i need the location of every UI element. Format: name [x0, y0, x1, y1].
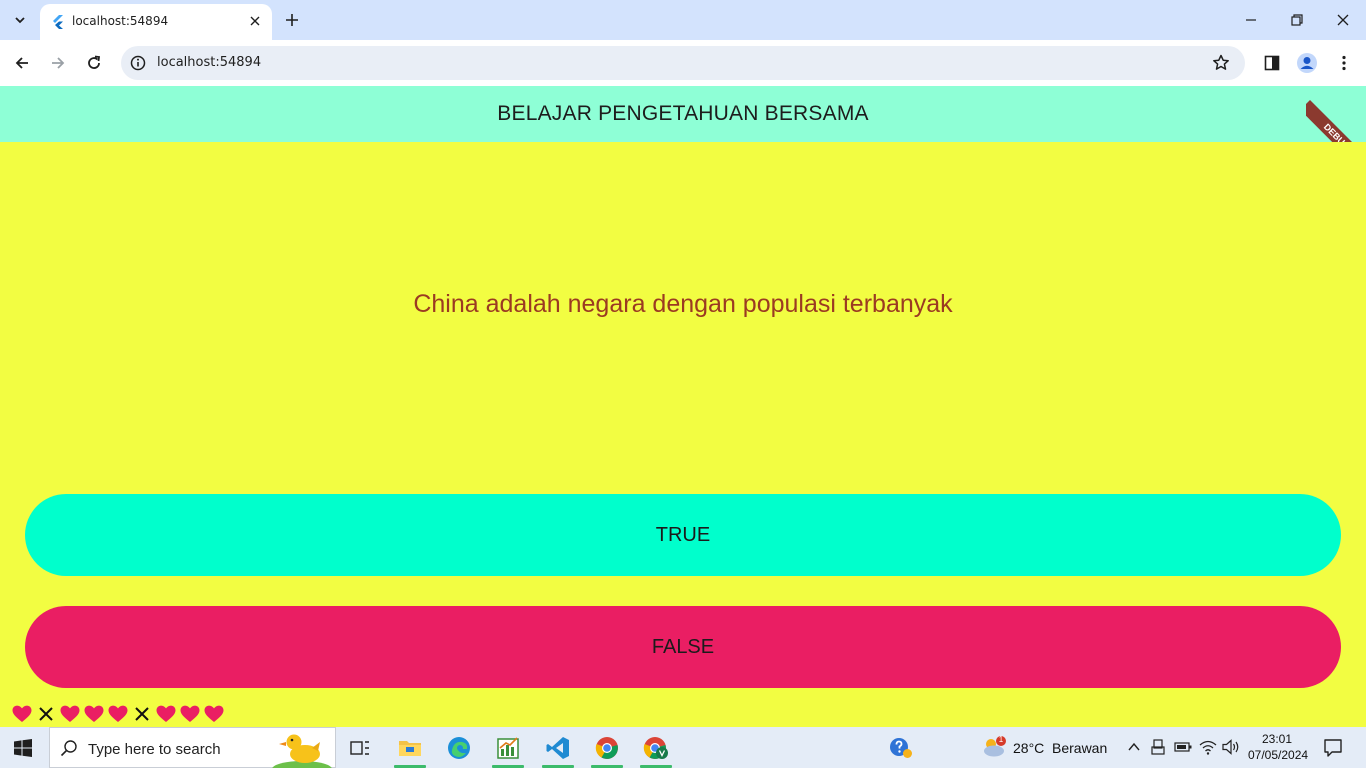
true-button[interactable]: TRUE — [25, 494, 1341, 576]
chevron-up-icon[interactable] — [1128, 742, 1140, 752]
heart-icon — [178, 704, 202, 724]
battery-icon[interactable] — [1174, 741, 1192, 753]
kebab-menu-icon — [1342, 55, 1346, 71]
plus-icon — [286, 14, 298, 26]
browser-tab-strip: localhost:54894 — [0, 0, 1366, 40]
help-badge-icon[interactable] — [889, 737, 913, 759]
page-title: BELAJAR PENGETAHUAN BERSAMA — [497, 102, 869, 125]
arrow-left-icon — [15, 57, 28, 69]
address-url[interactable]: localhost:54894 — [157, 55, 261, 70]
windows-start-icon[interactable] — [14, 739, 32, 757]
taskbar-search-placeholder: Type here to search — [88, 741, 221, 758]
taskbar-clock[interactable]: 23:01 07/05/2024 — [1248, 731, 1309, 763]
question-text: China adalah negara dengan populasi terb… — [413, 290, 953, 318]
arrow-right-icon — [52, 57, 65, 69]
tab-search-button[interactable] — [8, 8, 32, 32]
side-panel-button[interactable] — [1260, 51, 1284, 75]
edge-button[interactable] — [437, 727, 481, 768]
restore-button[interactable] — [1287, 10, 1307, 30]
site-info-icon[interactable] — [129, 54, 147, 72]
minimize-button[interactable] — [1241, 10, 1261, 30]
browser-toolbar: localhost:54894 — [0, 40, 1366, 86]
task-view-icon — [350, 740, 369, 755]
close-icon — [1337, 14, 1349, 26]
debug-banner: DEBUG — [1306, 86, 1366, 146]
false-button[interactable]: FALSE — [25, 606, 1341, 688]
browser-menu-button[interactable] — [1332, 51, 1356, 75]
weather-temperature[interactable]: 28°C — [1013, 740, 1044, 756]
back-button[interactable] — [10, 51, 34, 75]
reload-button[interactable] — [82, 51, 106, 75]
vscode-button[interactable] — [536, 727, 580, 768]
heart-icon — [154, 704, 178, 724]
weather-badge-count: 1 — [998, 735, 1004, 744]
flutter-icon — [53, 15, 63, 29]
forward-button[interactable] — [46, 51, 70, 75]
clock-date: 07/05/2024 — [1248, 748, 1309, 762]
duck-illustration-icon — [272, 734, 332, 768]
volume-icon[interactable] — [1222, 739, 1240, 755]
weather-description[interactable]: Berawan — [1052, 740, 1107, 756]
bookmark-star-icon[interactable] — [1211, 53, 1231, 73]
search-icon — [60, 740, 77, 757]
heart-icon — [10, 704, 34, 724]
chrome-profile-icon — [643, 736, 668, 759]
chrome-button[interactable] — [585, 727, 629, 768]
app-bar: BELAJAR PENGETAHUAN BERSAMA — [0, 86, 1366, 142]
folder-icon — [399, 740, 421, 756]
heart-icon — [58, 704, 82, 724]
reload-icon — [88, 55, 101, 69]
heart-icon — [202, 704, 226, 724]
clock-time: 23:01 — [1261, 732, 1293, 746]
windows-taskbar: Type here to search 1 28°C Berawan 23:01… — [0, 727, 1366, 768]
chrome-icon — [595, 736, 618, 759]
taskbar-search-box[interactable]: Type here to search — [49, 727, 336, 768]
minimize-icon — [1246, 19, 1256, 21]
debug-banner-label: DEBUG — [1306, 100, 1366, 146]
edge-browser-icon — [448, 736, 470, 759]
tab-title: localhost:54894 — [72, 14, 169, 28]
wifi-icon[interactable] — [1199, 739, 1217, 755]
close-icon — [250, 16, 260, 26]
browser-tab[interactable]: localhost:54894 — [40, 4, 272, 40]
cross-icon — [130, 704, 154, 724]
profile-button[interactable] — [1295, 51, 1319, 75]
usb-device-icon[interactable] — [1151, 739, 1165, 755]
heart-icon — [106, 704, 130, 724]
restore-icon — [1291, 14, 1303, 26]
address-bar[interactable]: localhost:54894 — [121, 46, 1245, 80]
score-keeper — [10, 704, 226, 724]
spreadsheet-chart-icon — [497, 736, 519, 759]
file-explorer-button[interactable] — [388, 727, 432, 768]
avatar-icon — [1297, 53, 1317, 73]
tab-close-button[interactable] — [246, 12, 264, 30]
quiz-area: China adalah negara dengan populasi terb… — [0, 142, 1366, 727]
notification-center-icon[interactable] — [1323, 738, 1343, 758]
chart-app-button[interactable] — [486, 727, 530, 768]
chrome-profile-button[interactable] — [634, 727, 678, 768]
window-close-button[interactable] — [1333, 10, 1353, 30]
side-panel-icon — [1264, 55, 1280, 71]
cross-icon — [34, 704, 58, 724]
chevron-down-icon — [15, 17, 25, 24]
task-view-button[interactable] — [338, 727, 382, 768]
new-tab-button[interactable] — [282, 10, 302, 30]
heart-icon — [82, 704, 106, 724]
vscode-icon — [546, 736, 569, 759]
